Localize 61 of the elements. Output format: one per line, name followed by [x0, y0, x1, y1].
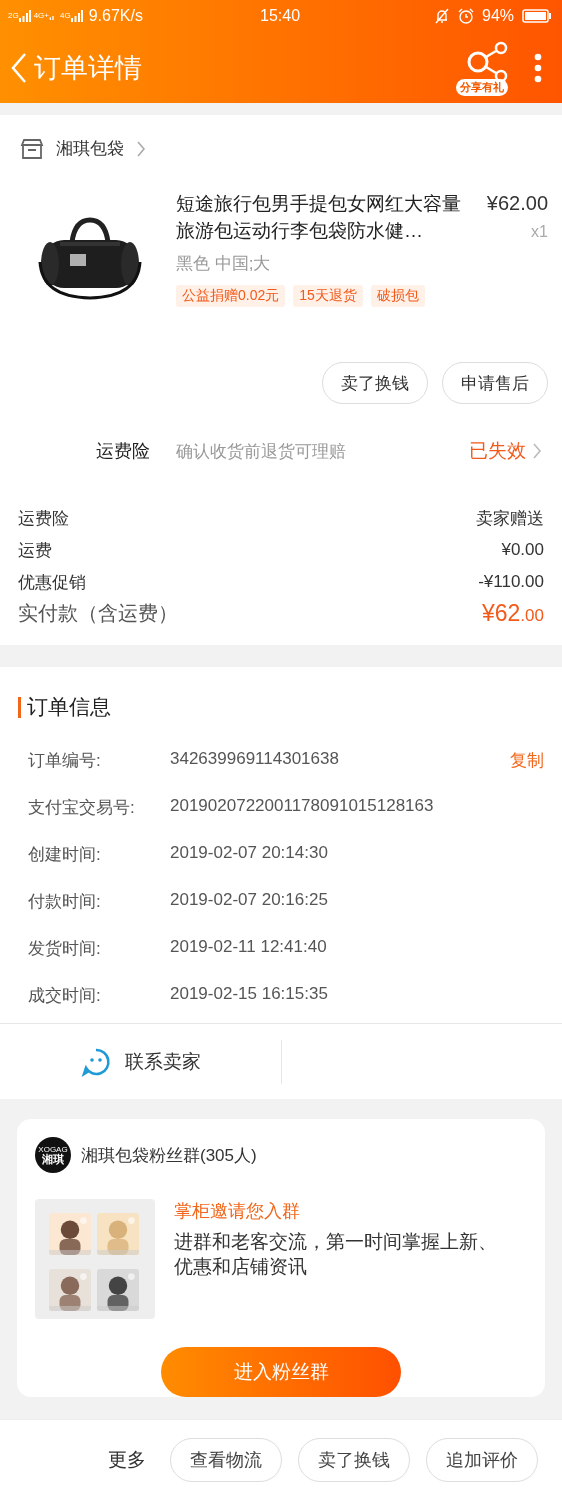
network-label: 4G	[60, 12, 71, 20]
bell-muted-icon	[434, 8, 450, 24]
network-label: 4G+	[33, 12, 49, 20]
fee-label: 运费险	[18, 507, 69, 530]
more-icon[interactable]	[534, 52, 542, 83]
product-title[interactable]: 短途旅行包男手提包女网红大容量旅游包运动行李包袋防水健…	[176, 190, 462, 244]
service-tag: 15天退货	[293, 285, 363, 307]
group-name: 湘琪包袋粉丝群(305人)	[81, 1144, 257, 1167]
info-label: 订单编号:	[28, 750, 102, 772]
info-label: 支付宝交易号:	[28, 797, 136, 819]
product-variant: 黑色 中国;大	[176, 253, 272, 275]
product-price: ¥62.00	[485, 192, 548, 215]
fee-label: 运费	[18, 539, 52, 562]
action-button[interactable]: 追加评价	[426, 1438, 538, 1482]
alarm-icon	[458, 8, 474, 24]
chevron-right-icon[interactable]	[532, 442, 542, 460]
more-link[interactable]: 更多	[108, 1447, 146, 1473]
chat-face-icon	[80, 1046, 111, 1077]
fee-value: ¥0.00	[501, 540, 544, 560]
action-button[interactable]: 查看物流	[170, 1438, 282, 1482]
store-icon	[20, 137, 44, 160]
info-value: 2019-02-07 20:16:25	[170, 890, 329, 911]
fee-label: 优惠促销	[18, 571, 86, 594]
contact-seller-link[interactable]: 联系卖家	[124, 1048, 201, 1075]
battery-percent: 94%	[482, 7, 514, 25]
total-label: 实付款（含运费）	[18, 601, 178, 626]
info-value: 2019-02-11 12:41:40	[170, 937, 328, 958]
total-amount: ¥62.00	[482, 600, 544, 627]
info-label: 付款时间:	[28, 891, 102, 913]
invite-text: 进群和老客交流，第一时间掌握上新、优惠和店铺资讯	[174, 1230, 498, 1279]
info-label: 发货时间:	[28, 938, 102, 960]
service-tag: 破损包	[370, 285, 425, 307]
chevron-right-icon[interactable]	[136, 139, 146, 158]
section-title: 订单信息	[27, 694, 111, 720]
battery-icon	[522, 9, 552, 23]
network-speed: 9.67K/s	[88, 7, 143, 25]
info-label: 创建时间:	[28, 844, 102, 866]
signal-icon	[70, 10, 83, 22]
info-value: 2019-02-07 20:14:30	[170, 843, 329, 864]
insurance-label: 运费险	[96, 440, 151, 463]
action-button[interactable]: 卖了换钱	[322, 362, 428, 404]
back-icon[interactable]	[10, 51, 28, 84]
info-label: 成交时间:	[28, 985, 102, 1007]
shop-name[interactable]: 湘琪包袋	[56, 137, 124, 160]
share-badge: 分享有礼	[456, 78, 508, 96]
info-value: 2019-02-15 16:15:35	[170, 984, 329, 1005]
action-button[interactable]: 卖了换钱	[298, 1438, 410, 1482]
service-tag: 公益捐赠0.02元	[176, 285, 286, 307]
group-avatar: XOGAG 湘琪	[35, 1137, 71, 1173]
page-title: 订单详情	[34, 51, 143, 85]
signal-icon	[18, 10, 31, 22]
invite-title: 掌柜邀请您入群	[174, 1200, 301, 1223]
clock: 15:40	[260, 7, 301, 25]
info-value: 342639969114301638	[170, 749, 340, 770]
info-value: 2019020722001178091015128163	[170, 796, 435, 817]
fee-value: -¥110.00	[478, 572, 544, 592]
insurance-description: 确认收货前退货可理赔	[176, 440, 347, 463]
fee-value: 卖家赠送	[476, 507, 544, 530]
network-label: 2G	[8, 12, 19, 20]
action-button[interactable]: 申请售后	[442, 362, 548, 404]
quantity: x1	[530, 223, 548, 241]
